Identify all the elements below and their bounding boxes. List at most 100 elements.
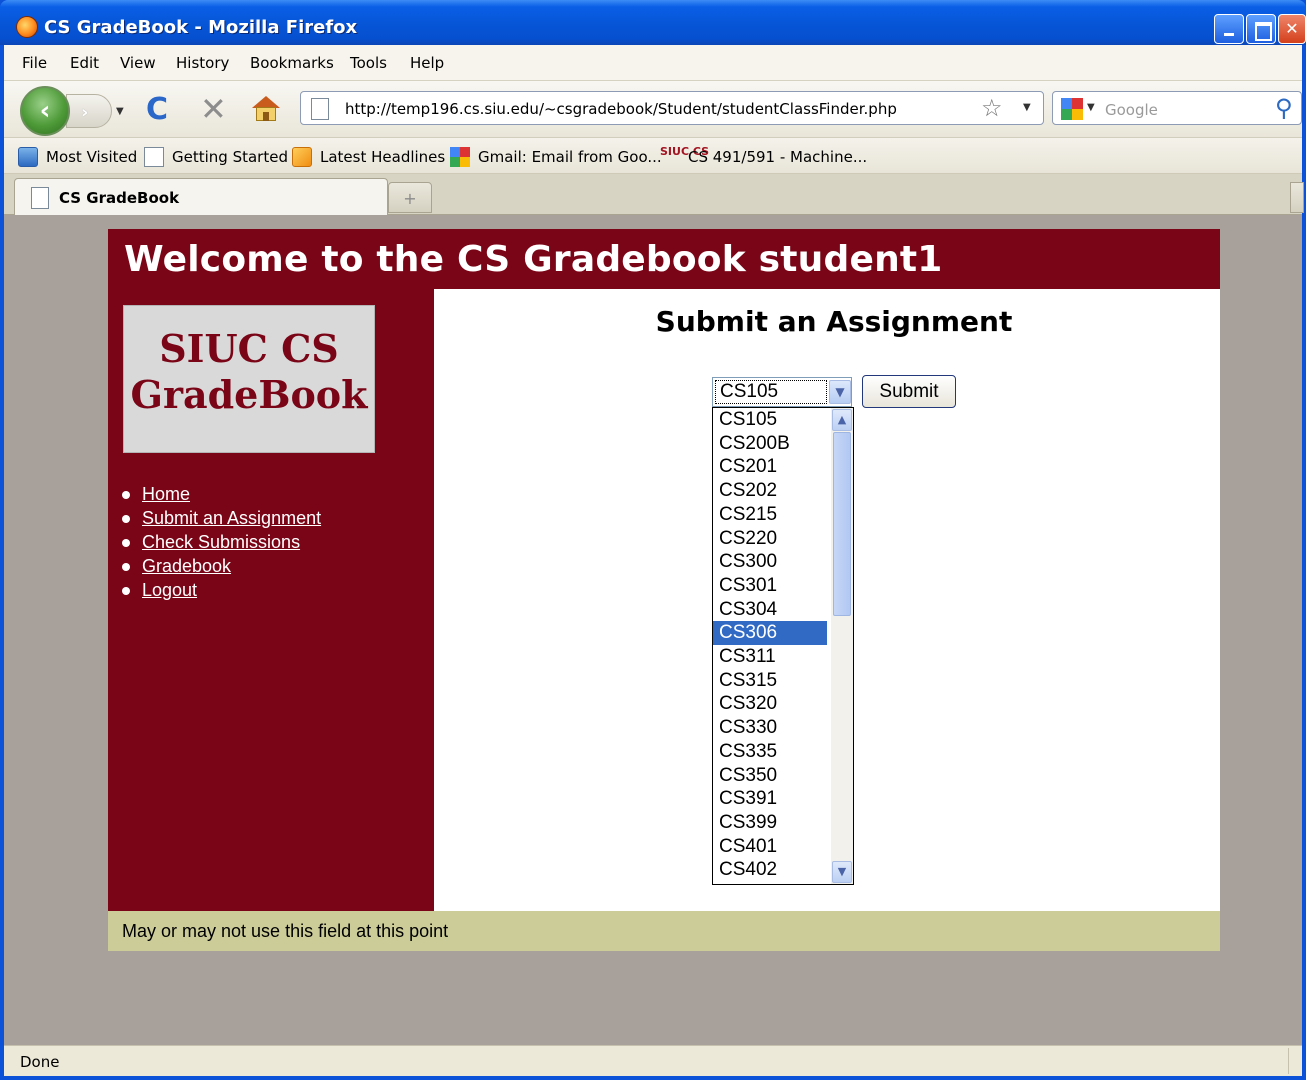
menu-view[interactable]: View [120,54,156,72]
class-option[interactable]: CS301 [713,574,827,598]
scrollbar-thumb[interactable] [833,432,851,616]
class-option[interactable]: CS311 [713,645,827,669]
scroll-down-icon[interactable]: ▼ [832,861,852,883]
search-bar[interactable]: ▼ Google ⚲ [1052,91,1302,125]
dropdown-scrollbar[interactable]: ▲ ▼ [831,408,853,884]
nav-item: Home [122,484,321,508]
nav-item: Check Submissions [122,532,321,556]
tab-label: CS GradeBook [59,189,180,207]
menu-edit[interactable]: Edit [70,54,99,72]
nav-link-submit-assignment[interactable]: Submit an Assignment [142,508,321,528]
bookmark-star-icon[interactable]: ☆ [981,94,1003,122]
class-option[interactable]: CS201 [713,455,827,479]
class-select-value[interactable]: CS105 [715,380,827,404]
sidebar: SIUC CS GradeBook Home Submit an Assignm… [108,289,434,911]
class-option[interactable]: CS402 [713,858,827,882]
search-input[interactable]: Google [1105,101,1158,119]
class-option[interactable]: CS105 [713,408,827,432]
home-door [263,112,269,121]
nav-item: Logout [122,580,321,604]
class-option[interactable]: CS401 [713,835,827,859]
scroll-up-icon[interactable]: ▲ [832,409,852,431]
menu-file[interactable]: File [22,54,47,72]
browser-chrome: File Edit View History Bookmarks Tools H… [4,45,1304,1076]
minimize-button[interactable] [1214,14,1244,44]
menu-help[interactable]: Help [410,54,444,72]
class-option[interactable]: CS350 [713,764,827,788]
resize-grip[interactable] [1288,1048,1300,1074]
class-option[interactable]: CS399 [713,811,827,835]
bookmarks-toolbar: Most Visited Getting Started Latest Head… [4,138,1302,174]
menu-tools[interactable]: Tools [350,54,387,72]
menu-bookmarks[interactable]: Bookmarks [250,54,334,72]
class-option[interactable]: CS220 [713,527,827,551]
class-dropdown-list[interactable]: ▲ ▼ CS105 CS200B CS201 CS202 CS215 CS220 CS300… [712,407,854,885]
class-option[interactable]: CS315 [713,669,827,693]
class-option[interactable]: CS335 [713,740,827,764]
siuc-cs-icon: SIUC CS [660,145,710,158]
plus-icon: + [403,189,417,208]
footer-text: May or may not use this field at this po… [122,921,449,941]
tab-cs-gradebook[interactable]: CS GradeBook [14,178,388,215]
close-button[interactable]: ✕ [1278,14,1306,44]
forward-icon: › [81,102,89,123]
status-text: Done [20,1053,60,1071]
google-icon [450,147,470,167]
bookmark-label: Most Visited [46,148,138,166]
url-text[interactable]: http://temp196.cs.siu.edu/~csgradebook/S… [345,100,897,118]
bookmark-label: Getting Started [172,148,288,166]
page-header: Welcome to the CS Gradebook student1 [108,229,1220,289]
page-title: Welcome to the CS Gradebook student1 [124,239,943,280]
new-tab-button[interactable]: + [388,182,432,213]
maximize-icon [1247,15,1275,43]
search-magnifier-icon[interactable]: ⚲ [1275,94,1293,122]
nav-link-gradebook[interactable]: Gradebook [142,556,231,576]
section-heading: Submit an Assignment [655,305,1013,338]
tab-list-button[interactable] [1290,182,1304,213]
home-icon[interactable] [252,96,280,122]
reload-icon[interactable]: C [146,95,168,125]
logo: SIUC CS GradeBook [123,305,375,453]
maximize-button[interactable] [1246,14,1276,44]
google-icon[interactable] [1061,98,1083,120]
nav-link-check-submissions[interactable]: Check Submissions [142,532,300,552]
navigation-toolbar: › ‹ ▼ C ✕ http://temp196.cs.siu.edu/~csg… [4,81,1302,138]
submit-button[interactable]: Submit [862,375,956,408]
nav-link-home[interactable]: Home [142,484,190,504]
class-option[interactable]: CS391 [713,787,827,811]
nav-item: Submit an Assignment [122,508,321,532]
search-engine-dropdown-icon[interactable]: ▼ [1087,102,1095,113]
class-option[interactable]: CS320 [713,692,827,716]
back-icon: ‹ [39,96,51,126]
page-icon [144,147,164,167]
menu-bar: File Edit View History Bookmarks Tools H… [4,45,1302,81]
class-select[interactable]: CS105 ▼ [712,377,852,407]
bookmark-label: Gmail: Email from Goo... [478,148,662,166]
back-button[interactable]: ‹ [20,86,70,136]
class-option[interactable]: CS300 [713,550,827,574]
page-icon [311,98,329,120]
page-footer: May or may not use this field at this po… [108,911,1220,951]
url-dropdown-icon[interactable]: ▼ [1023,102,1031,113]
history-dropdown-icon[interactable]: ▼ [116,106,124,117]
class-option[interactable]: CS200B [713,432,827,456]
class-option[interactable]: CS215 [713,503,827,527]
page-container: Welcome to the CS Gradebook student1 SIU… [108,229,1220,951]
nav-item: Gradebook [122,556,321,580]
class-option[interactable]: CS306 [713,621,827,646]
url-bar[interactable]: http://temp196.cs.siu.edu/~csgradebook/S… [300,91,1044,125]
stop-icon[interactable]: ✕ [200,93,227,125]
title-bar: CS GradeBook - Mozilla Firefox ✕ [0,0,1306,45]
chevron-down-icon[interactable]: ▼ [829,380,851,404]
forward-button[interactable]: › [66,94,112,128]
nav-link-logout[interactable]: Logout [142,580,197,600]
close-icon: ✕ [1285,19,1299,38]
class-option[interactable]: CS330 [713,716,827,740]
class-option[interactable]: CS304 [713,598,827,622]
sidebar-nav: Home Submit an Assignment Check Submissi… [122,484,321,604]
bookmark-label: CS 491/591 - Machine... [688,148,868,166]
menu-history[interactable]: History [176,54,229,72]
class-option[interactable]: CS202 [713,479,827,503]
logo-line-2: GradeBook [130,372,368,417]
rss-icon [292,147,312,167]
